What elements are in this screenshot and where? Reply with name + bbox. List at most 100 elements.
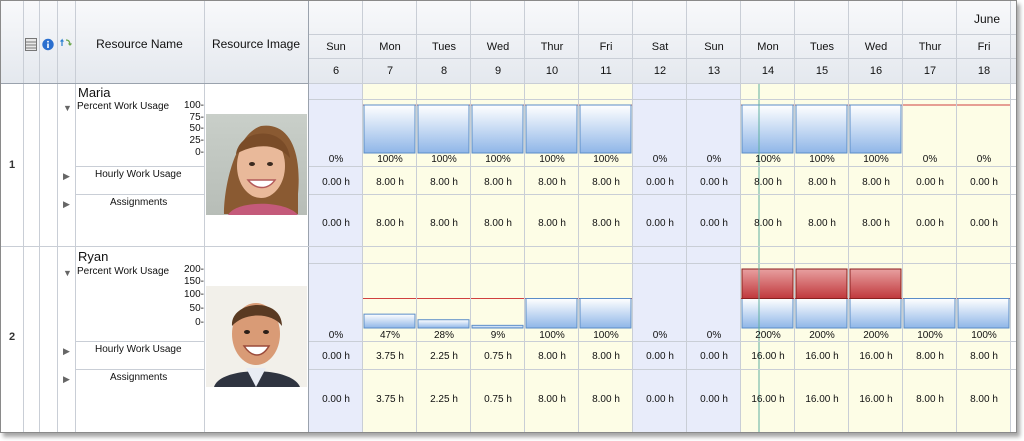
percent-value: 100% (971, 330, 997, 341)
column-divider (362, 1, 363, 432)
resource-name: Ryan (78, 249, 109, 264)
assignment-value: 3.75 h (376, 394, 404, 405)
assignment-value: 0.00 h (700, 394, 728, 405)
hourly-value: 8.00 h (808, 177, 836, 188)
assignment-value: 0.00 h (970, 218, 998, 229)
percent-work-usage-label: Percent Work Usage (77, 101, 170, 112)
hourly-value: 8.00 h (970, 351, 998, 362)
assignment-value: 8.00 h (430, 218, 458, 229)
assignment-value: 8.00 h (376, 218, 404, 229)
usage-bar (795, 104, 848, 154)
woman-avatar (206, 114, 307, 215)
usage-bar (417, 104, 470, 154)
expand-right-icon[interactable]: ▶ (63, 199, 70, 210)
assignment-value: 0.75 h (484, 394, 512, 405)
usage-bar (579, 104, 632, 154)
column-divider (794, 1, 795, 432)
expand-right-icon[interactable]: ▶ (63, 171, 70, 182)
y-tick: 150- (183, 276, 204, 287)
assignment-value: 0.00 h (322, 218, 350, 229)
hourly-value: 0.00 h (322, 177, 350, 188)
percent-value: 0% (652, 330, 668, 341)
hourly-value: 8.00 h (916, 351, 944, 362)
grid-icon[interactable] (25, 38, 37, 51)
expand-right-icon[interactable]: ▶ (63, 346, 70, 357)
percent-value: 200% (755, 330, 781, 341)
row-divider (309, 166, 1016, 167)
y-tick: 100- (183, 100, 204, 111)
usage-bar (849, 104, 902, 154)
percent-value: 0% (328, 330, 344, 341)
usage-bar (957, 298, 1010, 329)
resource-usage-grid: Resource Name Resource Image 1 Maria ▼ P… (0, 0, 1017, 433)
row-divider (309, 246, 1016, 247)
expand-down-icon[interactable]: ▼ (63, 103, 72, 113)
resource-image-header[interactable]: Resource Image (204, 37, 308, 51)
assignment-value: 8.00 h (484, 218, 512, 229)
assignment-value: 0.00 h (700, 218, 728, 229)
assignments-label: Assignments (110, 372, 168, 383)
hourly-value: 0.75 h (484, 351, 512, 362)
column-divider (632, 1, 633, 432)
hourly-value: 2.25 h (430, 351, 458, 362)
hourly-value: 8.00 h (862, 177, 890, 188)
percent-value: 100% (755, 154, 781, 165)
assignment-value: 2.25 h (430, 394, 458, 405)
percent-value: 28% (433, 330, 454, 341)
hourly-value: 8.00 h (430, 177, 458, 188)
column-divider (1010, 1, 1011, 432)
usage-bar (525, 298, 578, 329)
percent-value: 100% (539, 154, 565, 165)
swap-icon[interactable] (60, 37, 72, 50)
hourly-value: 16.00 h (751, 351, 785, 362)
usage-bar (741, 298, 794, 329)
row-divider (309, 99, 1016, 100)
percent-value: 100% (809, 154, 835, 165)
man-avatar (206, 286, 307, 387)
column-divider (956, 1, 957, 432)
usage-bar (579, 298, 632, 329)
resource-name-header[interactable]: Resource Name (75, 37, 204, 51)
column-divider (470, 1, 471, 432)
hourly-value: 8.00 h (592, 351, 620, 362)
hourly-value: 8.00 h (376, 177, 404, 188)
hourly-value: 8.00 h (538, 177, 566, 188)
expand-right-icon[interactable]: ▶ (63, 374, 70, 385)
y-tick: 0- (195, 317, 204, 328)
hourly-value: 8.00 h (538, 351, 566, 362)
percent-value: 100% (917, 330, 943, 341)
expand-down-icon[interactable]: ▼ (63, 268, 72, 278)
column-divider (686, 1, 687, 432)
percent-work-usage-label: Percent Work Usage (77, 266, 170, 277)
assignment-value: 8.00 h (970, 394, 998, 405)
row-divider (309, 369, 1016, 370)
percent-value: 0% (922, 154, 938, 165)
assignment-value: 8.00 h (538, 218, 566, 229)
hourly-value: 8.00 h (754, 177, 782, 188)
row-divider (309, 341, 1016, 342)
hourly-value: 8.00 h (592, 177, 620, 188)
assignment-value: 16.00 h (805, 394, 839, 405)
hourly-work-usage-label: Hourly Work Usage (95, 344, 182, 355)
usage-bar (903, 298, 956, 329)
assignment-value: 0.00 h (322, 394, 350, 405)
hourly-value: 0.00 h (916, 177, 944, 188)
assignment-value: 8.00 h (592, 394, 620, 405)
y-tick: 100- (183, 289, 204, 300)
assignment-value: 0.00 h (646, 218, 674, 229)
info-icon[interactable] (42, 38, 54, 51)
percent-value: 9% (490, 330, 506, 341)
column-divider (524, 1, 525, 432)
percent-value: 47% (379, 330, 400, 341)
overallocation-bar (741, 268, 794, 299)
hourly-value: 8.00 h (484, 177, 512, 188)
usage-bar (741, 104, 794, 154)
column-divider (848, 1, 849, 432)
usage-bar (363, 104, 416, 154)
timeline-pane: June Sun 6 Mon 7 Tues 8 Wed 9 Thur 10 Fri 11 Sat 12 Su… (309, 1, 1016, 432)
percent-value: 0% (706, 330, 722, 341)
assignment-value: 8.00 h (538, 394, 566, 405)
y-tick: 25- (189, 135, 204, 146)
hourly-value: 0.00 h (646, 351, 674, 362)
percent-value: 100% (593, 154, 619, 165)
